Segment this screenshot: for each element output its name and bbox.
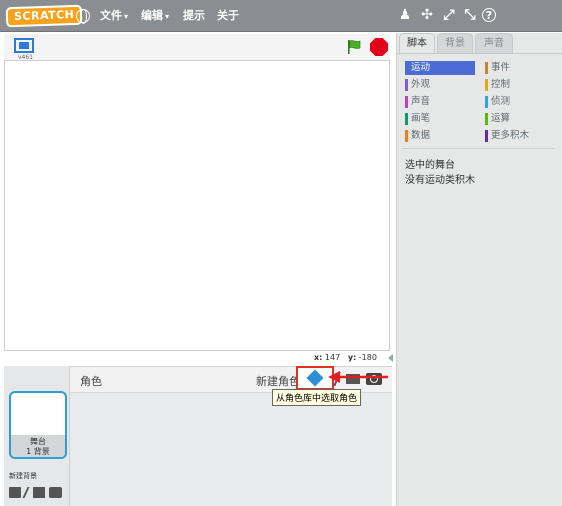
sprites-label: 角色 xyxy=(80,375,102,388)
fullscreen-icon[interactable] xyxy=(14,38,34,53)
help-icon[interactable]: ? xyxy=(482,8,496,22)
scratch-logo[interactable]: SCRATCH xyxy=(5,4,83,28)
language-globe-icon[interactable] xyxy=(76,9,90,24)
grow-icon[interactable]: ⤢ xyxy=(441,7,457,23)
tab-scripts[interactable]: 脚本 xyxy=(399,33,435,53)
backdrop-library-icon[interactable] xyxy=(9,487,21,498)
menu-tips[interactable]: 提示 xyxy=(183,8,205,24)
x-label: x: xyxy=(314,353,323,362)
stage-thumb-count: 1 背景 xyxy=(26,447,50,456)
stage-header: v461 xyxy=(4,34,390,61)
category-operators[interactable]: 运算 xyxy=(485,112,510,126)
category-motion[interactable]: 运动 xyxy=(405,61,475,75)
stage-thumb-name: 舞台 xyxy=(30,437,46,446)
selected-stage-message: 选中的舞台 xyxy=(405,160,455,171)
category-sound[interactable]: 声音 xyxy=(405,95,430,109)
menu-file[interactable]: 文件 ▾ xyxy=(100,8,128,25)
paint-backdrop-icon[interactable] xyxy=(22,487,30,498)
tab-backdrops[interactable]: 背景 xyxy=(437,33,473,53)
x-value: 147 xyxy=(324,353,341,362)
mouse-coordinates: x: 147 y: -180 xyxy=(314,353,377,362)
category-events[interactable]: 事件 xyxy=(485,61,510,75)
menu-edit[interactable]: 编辑 ▾ xyxy=(141,8,169,25)
palette-divider xyxy=(403,148,555,149)
duplicate-stamp-icon[interactable]: ♟ xyxy=(397,7,413,23)
sprite-library-icon xyxy=(306,369,324,387)
delete-cut-icon[interactable]: ✣ xyxy=(419,7,435,23)
camera-backdrop-icon[interactable] xyxy=(49,487,62,498)
block-palette: 运动 事件 外观 控制 声音 侦测 画笔 运算 数据 更多积木 xyxy=(397,53,562,155)
scripts-panel: 脚本 背景 声音 运动 事件 外观 控制 声音 侦测 画笔 运算 数据 更多积木… xyxy=(396,33,562,506)
collapse-arrow-icon[interactable] xyxy=(388,354,393,362)
category-looks[interactable]: 外观 xyxy=(405,78,430,92)
stage-thumb-column: 舞台 1 背景 新建背景 xyxy=(4,366,70,506)
y-value: -180 xyxy=(358,353,377,362)
stage-thumb-footer: 舞台 1 背景 xyxy=(11,435,65,457)
category-pen[interactable]: 画笔 xyxy=(405,112,430,126)
tab-sounds[interactable]: 声音 xyxy=(475,33,513,53)
category-data[interactable]: 数据 xyxy=(405,129,430,143)
category-control[interactable]: 控制 xyxy=(485,78,510,92)
category-sensing[interactable]: 侦测 xyxy=(485,95,510,109)
stage-canvas[interactable] xyxy=(4,60,390,351)
new-backdrop-label: 新建背景 xyxy=(9,472,37,480)
green-flag-icon[interactable] xyxy=(346,39,362,55)
y-label: y: xyxy=(347,353,357,362)
menu-about[interactable]: 关于 xyxy=(217,8,239,24)
red-arrow-annotation-icon xyxy=(328,371,388,383)
no-motion-blocks-message: 没有运动类积木 xyxy=(405,175,475,186)
upload-backdrop-icon[interactable] xyxy=(33,487,45,498)
menu-bar: SCRATCH 文件 ▾ 编辑 ▾ 提示 关于 ♟ ✣ ⤢ ⤡ ? xyxy=(0,0,562,32)
stop-icon[interactable] xyxy=(370,38,388,56)
tooltip: 从角色库中选取角色 xyxy=(272,389,362,406)
stage-thumbnail[interactable]: 舞台 1 背景 xyxy=(9,391,67,459)
shrink-icon[interactable]: ⤡ xyxy=(462,7,478,23)
category-more-blocks[interactable]: 更多积木 xyxy=(485,129,529,143)
